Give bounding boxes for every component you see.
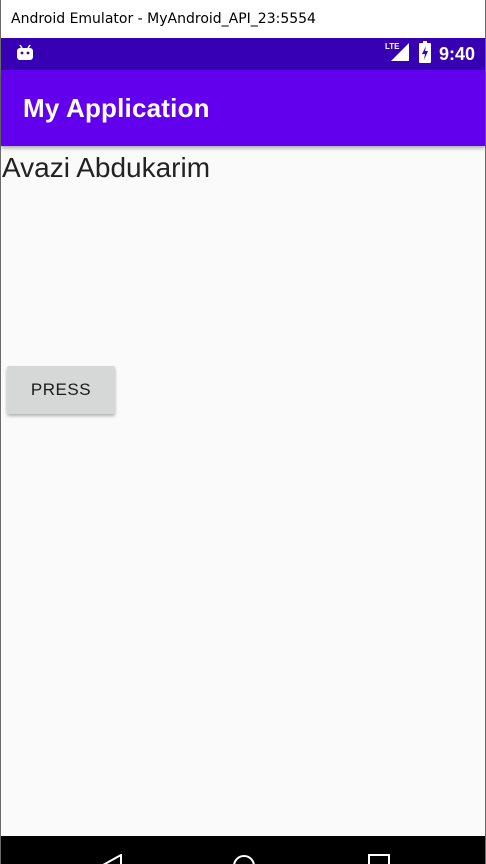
android-icon xyxy=(15,43,35,66)
emulator-window: Android Emulator - MyAndroid_API_23:5554… xyxy=(0,0,486,864)
home-icon[interactable] xyxy=(232,854,256,864)
signal-icon: LTE xyxy=(385,41,411,68)
recents-icon[interactable] xyxy=(368,854,390,864)
name-text: Avazi Abdukarim xyxy=(2,152,211,183)
status-icons: LTE 9:40 xyxy=(385,40,475,68)
app-title: My Application xyxy=(23,92,210,123)
status-time: 9:40 xyxy=(438,43,475,64)
status-bar: LTE 9:40 xyxy=(1,38,485,70)
press-button[interactable]: PRESS xyxy=(7,366,115,414)
battery-charging-icon xyxy=(418,40,431,68)
app-bar: My Application xyxy=(1,70,485,146)
window-title: Android Emulator - MyAndroid_API_23:5554 xyxy=(11,11,316,27)
back-icon[interactable] xyxy=(101,853,123,864)
network-type-label: LTE xyxy=(385,42,400,51)
window-title-bar: Android Emulator - MyAndroid_API_23:5554 xyxy=(1,0,485,38)
navigation-bar xyxy=(1,836,485,864)
main-content: Avazi Abdukarim PRESS xyxy=(1,146,485,836)
